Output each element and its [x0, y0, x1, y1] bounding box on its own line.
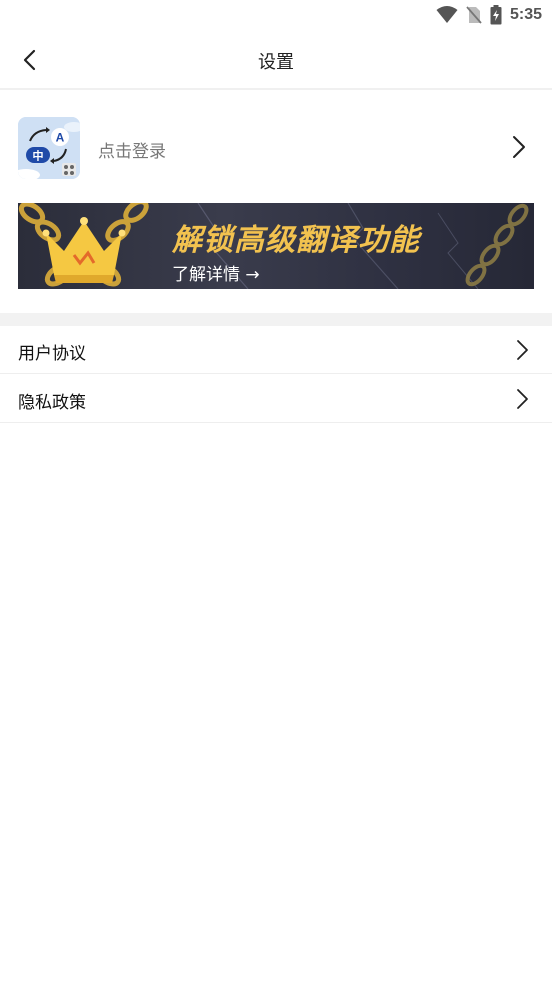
- list-item-user-agreement[interactable]: 用户协议: [0, 326, 552, 374]
- login-row[interactable]: A 中 点击登录: [0, 112, 552, 184]
- battery-charging-icon: [490, 5, 502, 25]
- login-prompt: 点击登录: [98, 142, 166, 162]
- status-bar: 5:35: [0, 0, 552, 30]
- translate-app-icon: A 中: [18, 117, 80, 179]
- list-item-label: 用户协议: [18, 344, 86, 364]
- list-item-privacy-policy[interactable]: 隐私政策: [0, 375, 552, 423]
- list-item-label: 隐私政策: [18, 393, 86, 413]
- banner-title: 解锁高级翻译功能: [172, 223, 420, 258]
- avatar-label-a: A: [56, 131, 65, 145]
- chevron-right-icon: [513, 136, 525, 158]
- banner-subtitle: 了解详情 →: [172, 265, 260, 285]
- section-divider: [0, 313, 552, 326]
- settings-page: 5:35 设置 A 中 点击登录 解锁高级翻译功能 了解详情 → 用户协议 隐私…: [0, 0, 552, 981]
- chevron-right-icon: [517, 389, 528, 409]
- premium-banner[interactable]: 解锁高级翻译功能 了解详情 →: [18, 203, 534, 289]
- chevron-right-icon: [517, 340, 528, 360]
- page-title: 设置: [258, 52, 294, 73]
- wifi-icon: [436, 6, 458, 23]
- avatar: A 中: [18, 117, 80, 179]
- avatar-label-zh: 中: [33, 149, 44, 163]
- app-header: 设置: [0, 30, 552, 90]
- no-sim-icon: [466, 6, 482, 24]
- status-time: 5:35: [509, 6, 542, 23]
